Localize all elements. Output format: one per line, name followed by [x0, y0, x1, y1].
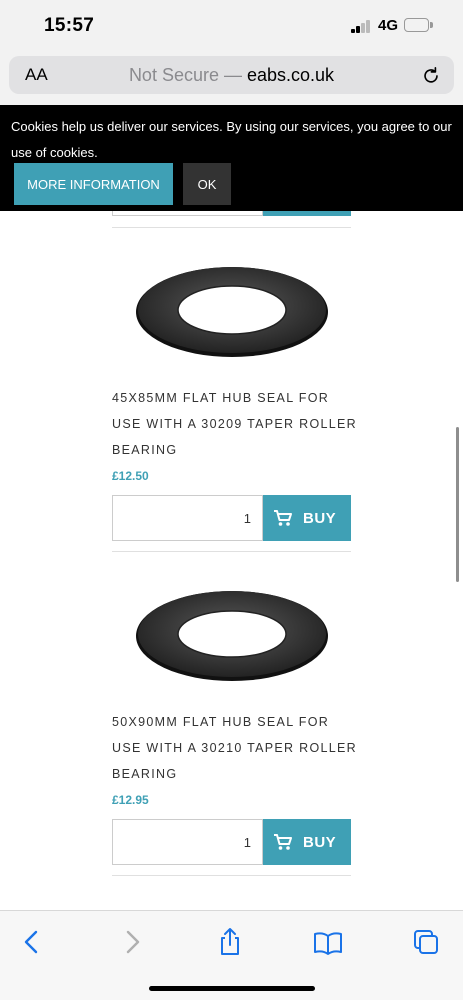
product-price: £12.50 [112, 469, 149, 483]
quantity-input[interactable] [112, 495, 263, 541]
tabs-icon[interactable] [411, 927, 441, 957]
cookie-message: Cookies help us deliver our services. By… [11, 119, 452, 160]
network-label: 4G [378, 17, 399, 34]
quantity-input[interactable] [112, 819, 263, 865]
product-price: £12.95 [112, 793, 149, 807]
home-indicator [149, 986, 315, 991]
battery-tip [430, 22, 433, 28]
reload-icon[interactable] [420, 64, 442, 86]
product-divider [112, 875, 351, 876]
cookie-banner: Cookies help us deliver our services. By… [0, 105, 463, 211]
bookmarks-icon[interactable] [313, 927, 343, 957]
browser-chrome-top: AA Not Secure — eabs.co.uk [0, 50, 463, 105]
product-divider [112, 551, 351, 552]
forward-icon[interactable] [117, 927, 147, 957]
security-label: Not Secure — [128, 65, 247, 85]
cart-icon [274, 834, 292, 850]
buy-button[interactable]: BUY [263, 819, 351, 865]
signal-icon [351, 20, 371, 33]
domain-label: eabs.co.uk [246, 65, 335, 85]
product-title[interactable]: 50X90MM FLAT HUB SEAL FOR USE WITH A 302… [112, 709, 362, 787]
buy-label: BUY [303, 509, 337, 527]
more-information-button[interactable]: MORE INFORMATION [14, 163, 173, 205]
product-divider [112, 227, 351, 228]
address-bar[interactable]: AA Not Secure — eabs.co.uk [9, 56, 454, 94]
buy-label: BUY [303, 833, 337, 851]
product-image[interactable] [112, 572, 351, 697]
battery-icon [404, 18, 429, 32]
scrollbar[interactable] [456, 427, 459, 582]
buy-button[interactable]: BUY [263, 495, 351, 541]
back-icon[interactable] [17, 927, 47, 957]
ok-button[interactable]: OK [183, 163, 231, 205]
status-time: 15:57 [44, 15, 95, 36]
status-bar: 15:57 4G [0, 0, 463, 50]
cart-icon [274, 510, 292, 526]
product-title[interactable]: 45X85MM FLAT HUB SEAL FOR USE WITH A 302… [112, 385, 362, 463]
share-icon[interactable] [215, 927, 245, 957]
url-display[interactable]: Not Secure — eabs.co.uk [9, 65, 454, 86]
product-image[interactable] [112, 248, 351, 373]
